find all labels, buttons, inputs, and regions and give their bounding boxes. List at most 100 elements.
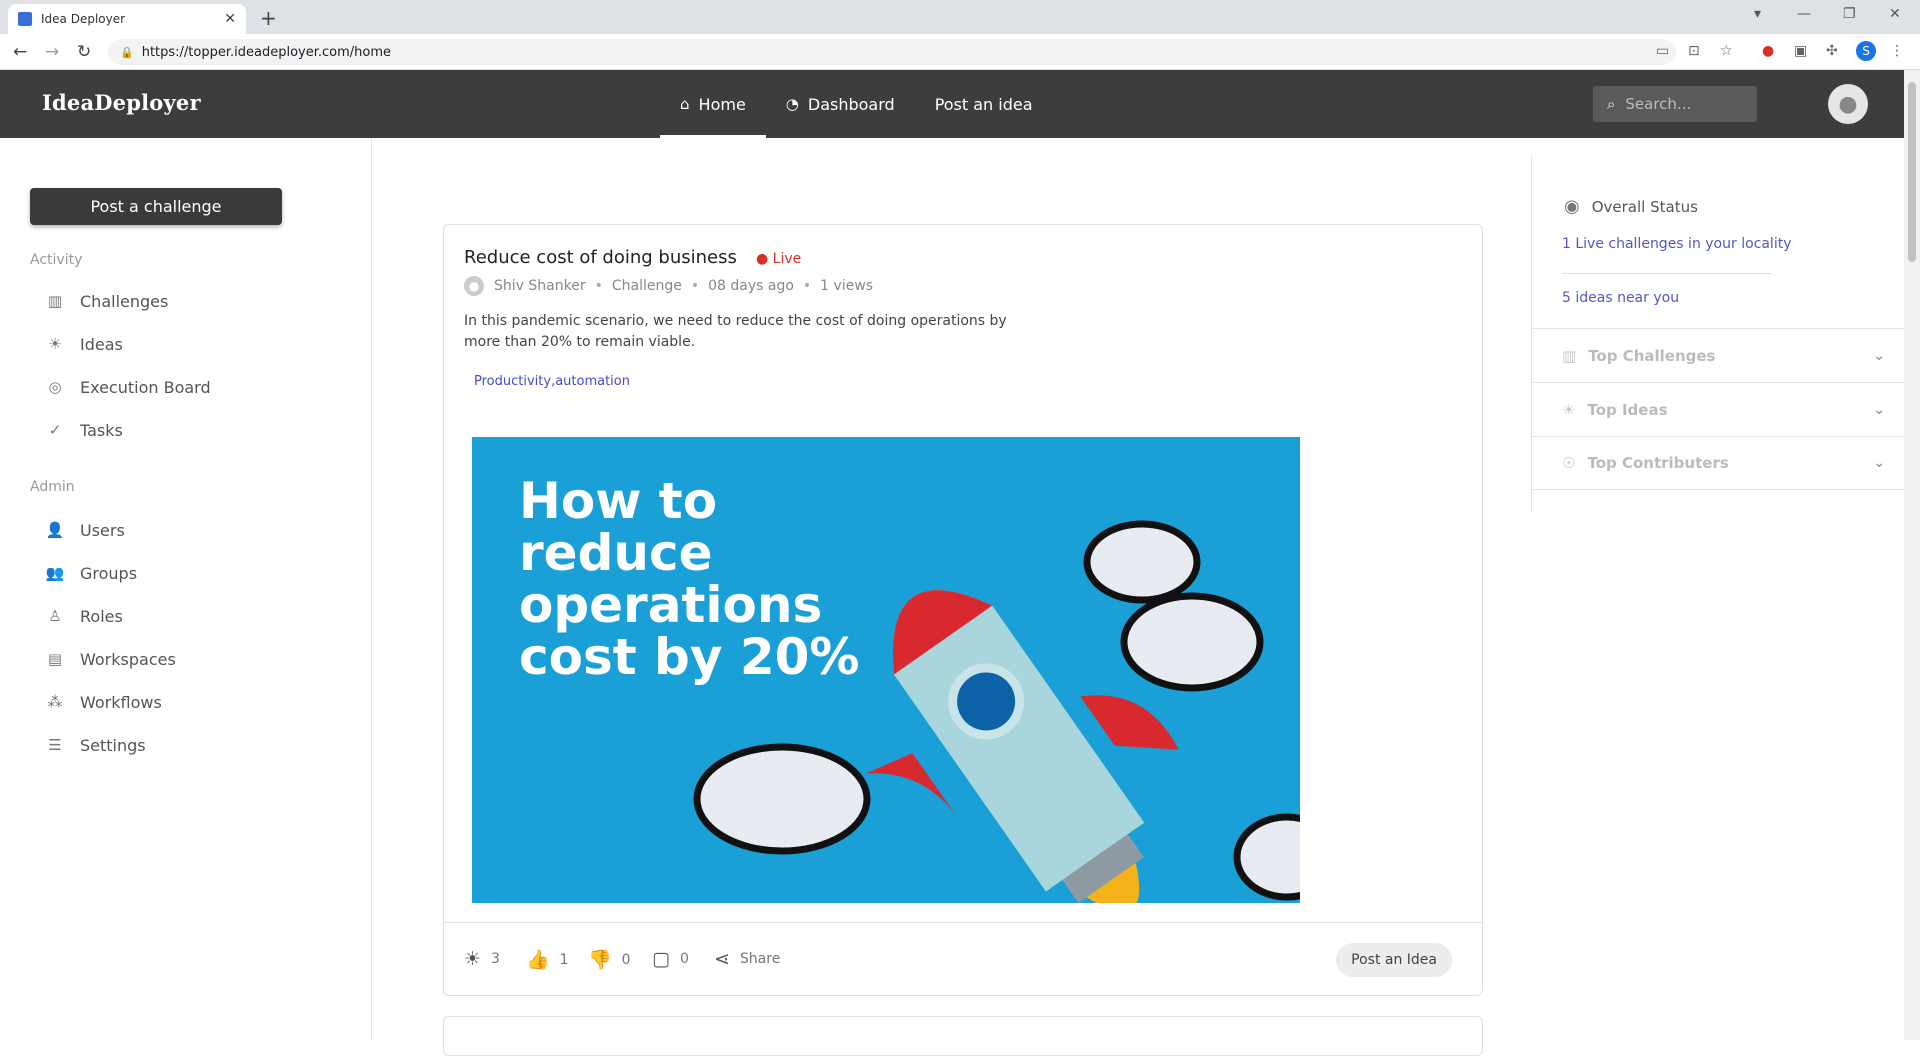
nav-dashboard-label: Dashboard [807,94,895,114]
post-challenge-button[interactable]: Post a challenge [30,188,282,225]
challenge-tags[interactable]: Productivity,automation [474,374,630,389]
live-challenges-link[interactable]: 1 Live challenges in your locality [1562,236,1791,252]
like-count: 1 [559,951,569,968]
sidebar-item-users[interactable]: 👤 Users [44,515,125,545]
sidebar-item-workspaces[interactable]: ▤ Workspaces [44,644,176,674]
idea-count: 3 [491,951,500,967]
app-logo[interactable]: IdeaDeployer [42,90,201,115]
sidebar-item-challenges[interactable]: ▥ Challenges [44,286,168,316]
user-icon: ● [1838,91,1858,117]
screenshot-icon[interactable]: ⊡ [1688,43,1700,59]
status-badge: ● Live [756,251,802,267]
search-input[interactable]: ⌕ Search... [1593,86,1757,122]
eye-icon: ◉ [1564,196,1580,217]
dashboard-icon: ◔ [785,95,799,113]
extensions-icon[interactable]: ✣ [1826,43,1838,59]
dislike-button[interactable]: 👎 0 [588,948,631,971]
sidebar-item-label: Groups [80,563,138,583]
like-button[interactable]: 👍 1 [526,948,569,971]
divider [1562,273,1772,274]
search-icon: ⌕ [1607,95,1616,113]
meta-separator: • [802,278,812,294]
group-icon: 👥 [45,564,65,582]
sidebar-item-label: Challenges [80,291,169,311]
comment-count: 0 [679,951,689,967]
sidebar-item-label: Ideas [80,334,123,354]
new-tab-button[interactable]: + [260,6,277,30]
chrome-menu-icon[interactable]: ⋮ [1890,43,1904,59]
sidebar-item-tasks[interactable]: ✓ Tasks [44,415,123,445]
next-challenge-card [443,1016,1483,1056]
challenge-image[interactable]: How to reduce operations cost by 20% [472,437,1300,903]
ideas-near-link[interactable]: 5 ideas near you [1562,290,1679,306]
minimize-icon[interactable]: — [1797,6,1811,22]
admin-section-label: Admin [30,479,75,495]
right-panel: ◉ Overall Status 1 Live challenges in yo… [1531,156,1905,512]
author-name[interactable]: Shiv Shanker [494,278,586,294]
meta-separator: • [690,278,700,294]
sidebar-item-label: Users [80,520,125,540]
browser-profile-avatar[interactable]: S [1856,41,1876,61]
sidebar-item-workflows[interactable]: ⁂ Workflows [44,687,162,717]
challenge-description: In this pandemic scenario, we need to re… [464,313,1007,350]
sidebar-item-groups[interactable]: 👥 Groups [44,558,137,588]
scrollbar-thumb[interactable] [1908,82,1916,262]
address-bar: ← → ↻ 🔒 https://topper.ideadeployer.com/… [0,34,1920,70]
workspace-icon: ▤ [47,650,63,668]
challenge-title[interactable]: Reduce cost of doing business [464,247,737,268]
reload-icon[interactable]: ↻ [77,42,91,62]
sidebar-item-execution-board[interactable]: ◎ Execution Board [44,372,211,402]
media-icon[interactable]: ▣ [1794,43,1807,59]
browser-tab[interactable]: Idea Deployer ✕ [8,4,246,34]
cast-icon[interactable]: ▭ [1656,43,1669,59]
user-avatar[interactable]: ● [1828,84,1868,124]
back-icon[interactable]: ← [13,42,27,62]
activity-section-label: Activity [30,252,83,268]
nav-home[interactable]: ⌂ Home [660,70,766,138]
author-avatar-icon: ● [464,276,484,296]
user-icon: 👤 [45,521,65,539]
sidebar-item-settings[interactable]: ☰ Settings [44,730,146,760]
top-challenges-accordion[interactable]: ▥ Top Challenges ⌄ [1532,328,1905,382]
forward-icon[interactable]: → [45,42,59,62]
profile-menu-icon[interactable]: ▾ [1754,6,1761,22]
nav-dashboard[interactable]: ◔ Dashboard [766,70,915,138]
top-contributors-accordion[interactable]: ☉ Top Contributers ⌄ [1532,436,1905,490]
adblock-icon[interactable]: ● [1762,43,1774,59]
bar-chart-icon: ▥ [1562,346,1577,365]
share-button[interactable]: ⋖ Share [714,948,780,970]
url-text: https://topper.ideadeployer.com/home [141,44,392,60]
sidebar-item-ideas[interactable]: ☀ Ideas [44,329,123,359]
overall-status-label: Overall Status [1591,197,1698,216]
lightbulb-icon: ☀ [464,948,482,970]
sidebar-item-label: Execution Board [80,377,211,397]
status-text: Live [772,251,802,267]
post-meta: ● Shiv Shanker • Challenge • 08 days ago… [464,276,873,296]
rocket-illustration [693,520,1300,903]
post-idea-button[interactable]: Post an Idea [1336,943,1452,977]
bar-chart-icon: ▥ [47,292,63,310]
page-scrollbar[interactable] [1904,70,1920,1040]
accordion-label: Top Ideas [1587,400,1668,419]
url-field[interactable]: 🔒 https://topper.ideadeployer.com/home [108,39,1676,65]
comment-icon: ▢ [652,948,670,970]
share-icon: ⋖ [714,948,730,970]
sidebar-item-roles[interactable]: ♙ Roles [44,601,123,631]
nav-post-idea-label: Post an idea [934,94,1033,114]
comment-button[interactable]: ▢ 0 [652,948,689,970]
sliders-icon: ☰ [48,736,62,754]
nav-home-label: Home [698,94,746,114]
tab-close-icon[interactable]: ✕ [224,11,236,27]
restore-icon[interactable]: ❐ [1843,6,1856,22]
accordion-label: Top Contributers [1587,454,1729,472]
chevron-down-icon: ⌄ [1873,401,1885,418]
sidebar-item-label: Settings [80,735,146,755]
bookmark-star-icon[interactable]: ☆ [1720,43,1733,59]
idea-count-button[interactable]: ☀ 3 [464,948,500,970]
nav-post-idea[interactable]: Post an idea [915,70,1053,138]
overall-status-header: ◉ Overall Status [1564,196,1698,217]
chevron-down-icon: ⌄ [1873,455,1885,471]
window-close-icon[interactable]: ✕ [1889,6,1901,22]
home-icon: ⌂ [680,95,690,113]
top-ideas-accordion[interactable]: ☀ Top Ideas ⌄ [1532,382,1905,436]
